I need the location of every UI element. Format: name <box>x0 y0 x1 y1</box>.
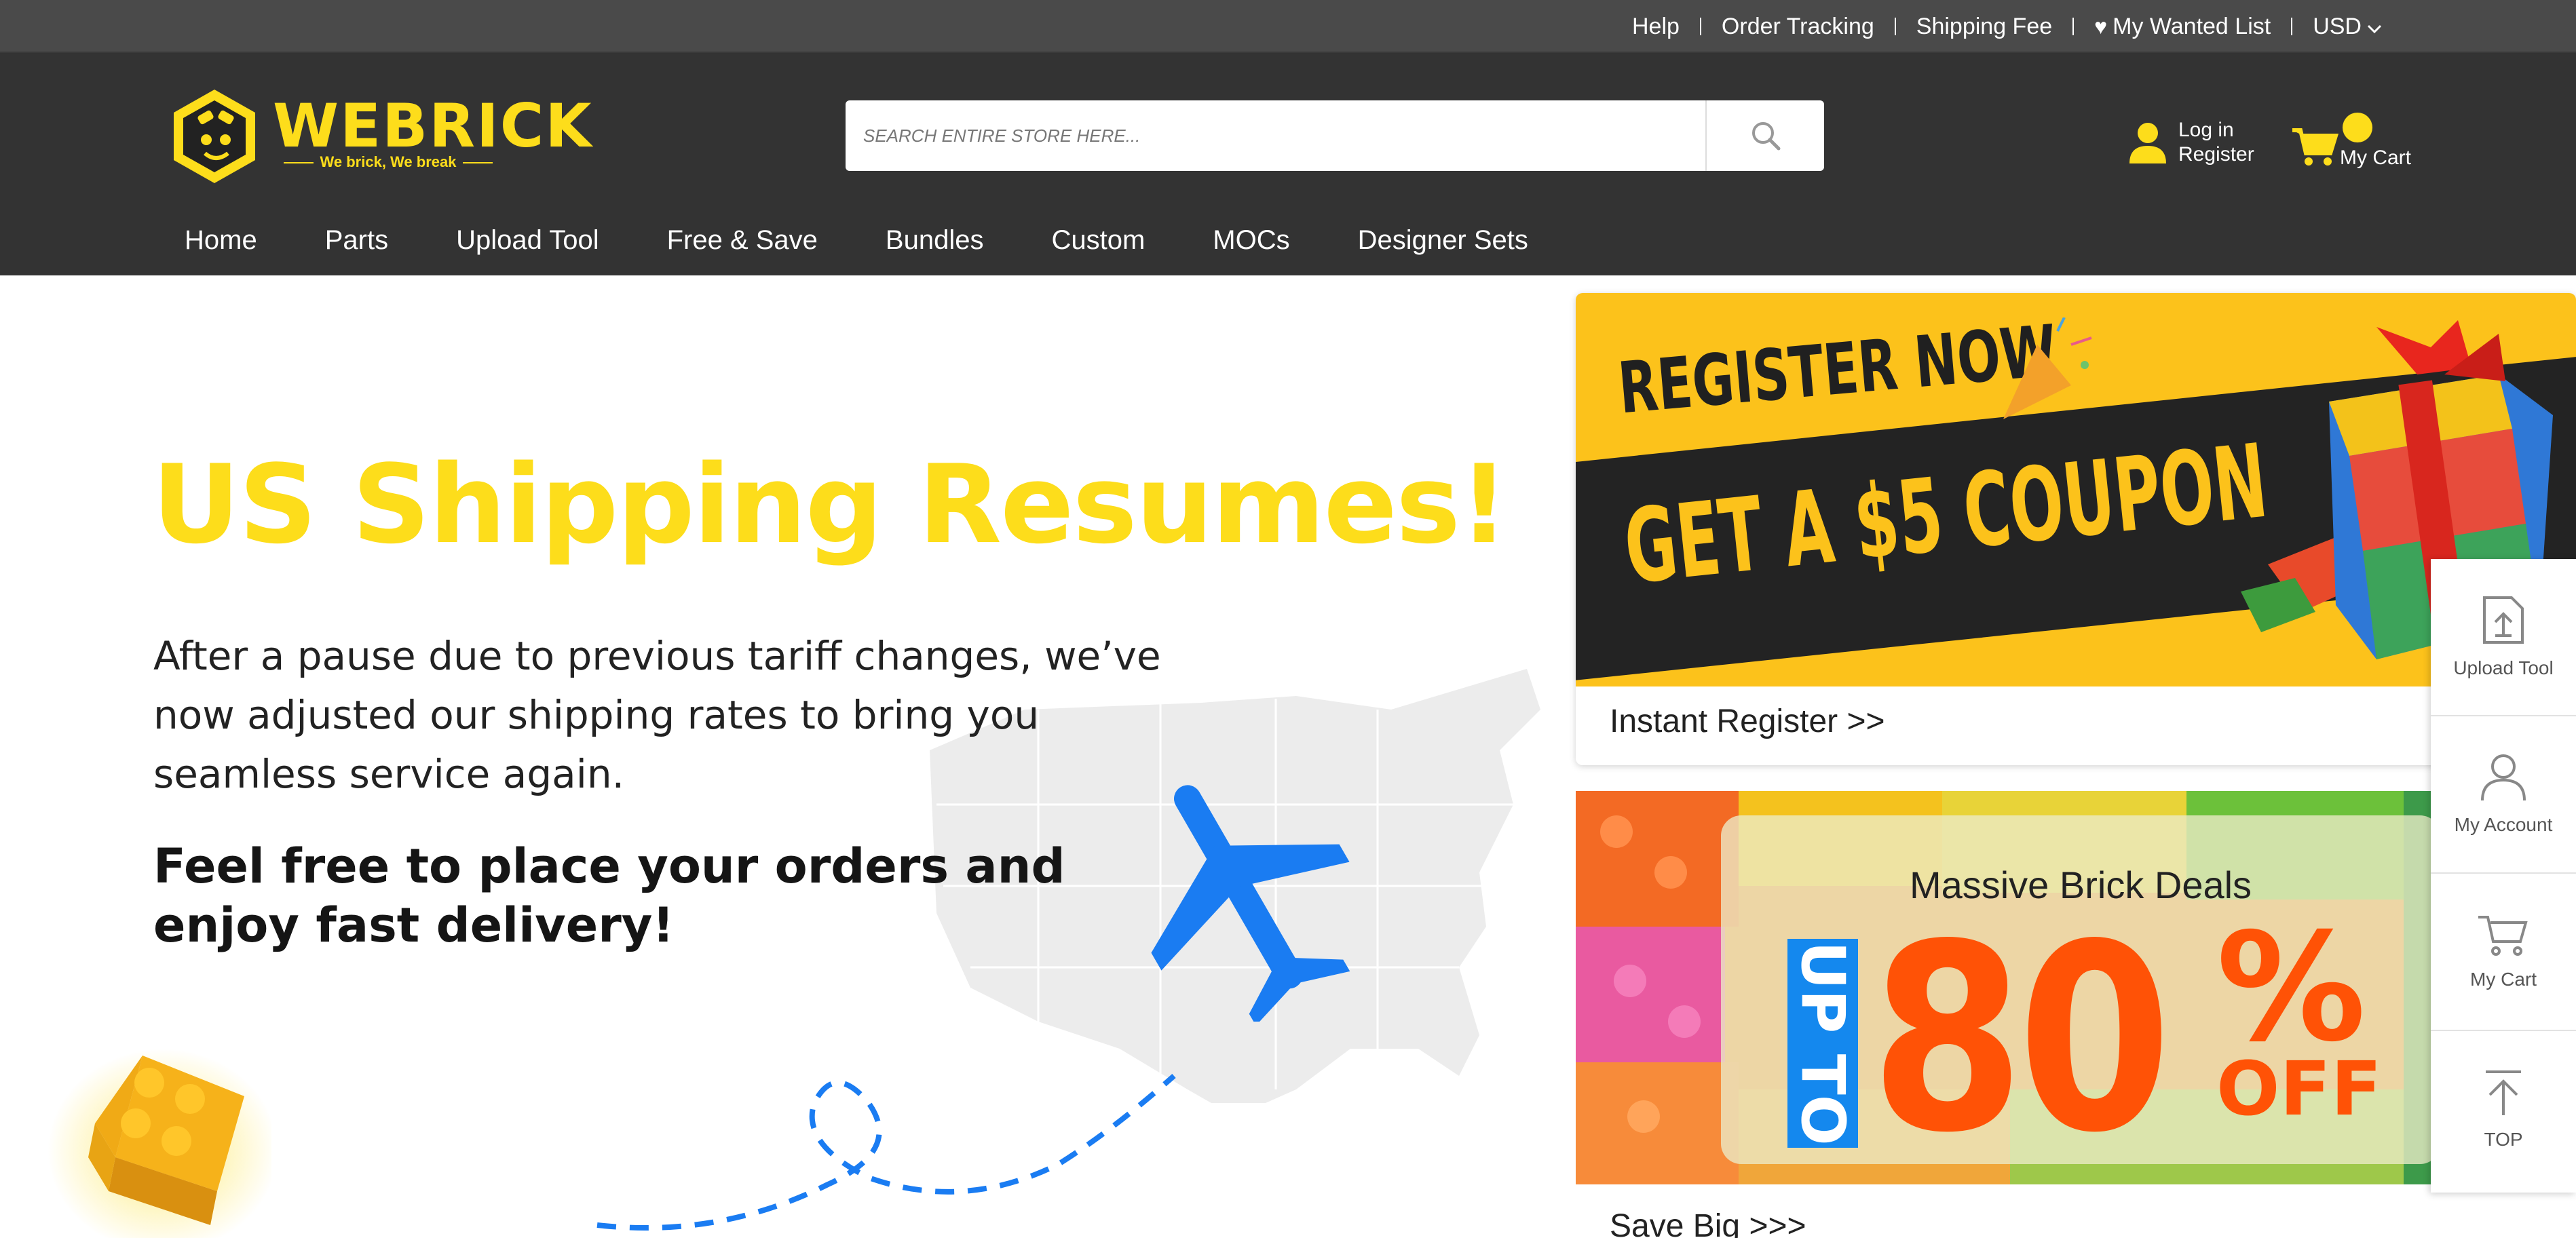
hero-callout: Feel free to place your orders and enjoy… <box>153 838 1065 953</box>
site-header: WEBRICK We brick, We break Log in Regist… <box>0 53 2576 275</box>
off-label: OFF <box>2216 1045 2382 1132</box>
currency-label: USD <box>2313 13 2362 39</box>
currency-selector[interactable]: USD <box>2292 14 2402 40</box>
instant-register-link[interactable]: Instant Register >> <box>1610 703 1885 740</box>
top-utility-bar: Help Order Tracking Shipping Fee ♥ My Wan… <box>0 0 2576 53</box>
top-links: Help Order Tracking Shipping Fee ♥ My Wan… <box>1612 0 2402 53</box>
logo-tagline: We brick, We break <box>273 153 504 171</box>
nav-item-designer-sets[interactable]: Designer Sets <box>1324 206 1562 274</box>
flight-path <box>596 1074 1176 1231</box>
nav-item-free-save[interactable]: Free & Save <box>633 206 852 274</box>
nav-item-parts[interactable]: Parts <box>291 206 422 274</box>
hero-title: US Shipping Resumes! <box>152 441 1509 568</box>
nav-item-mocs[interactable]: MOCs <box>1179 206 1323 274</box>
brick-deals-banner: Massive Brick Deals UP TO 80 % OFF <box>1576 791 2576 1184</box>
sidebar-label-my-account: My Account <box>2454 814 2553 835</box>
register-promo-card[interactable]: REGISTER NOW GET A $5 COUPON Instant Reg… <box>1576 293 2576 765</box>
order-tracking-link[interactable]: Order Tracking <box>1701 14 1895 40</box>
party-popper-icon <box>2003 317 2092 419</box>
register-now-headline: REGISTER NOW <box>1615 309 2060 430</box>
user-icon <box>2129 123 2166 163</box>
login-link[interactable]: Log in <box>2178 118 2254 142</box>
percent-sign: % <box>2216 901 2366 1075</box>
up-to-label: UP TO <box>1787 941 1858 1146</box>
main-nav: Home Parts Upload Tool Free & Save Bundl… <box>151 206 1562 274</box>
nav-item-home[interactable]: Home <box>151 206 291 274</box>
floating-sidebar: Upload Tool My Account My Cart TOP <box>2431 559 2576 1193</box>
cart-icon <box>2292 128 2338 166</box>
sidebar-item-top[interactable]: TOP <box>2431 1031 2576 1188</box>
arrow-up-icon <box>2486 1070 2521 1115</box>
heart-icon: ♥ <box>2094 14 2108 39</box>
lego-brick-icon <box>48 1049 271 1238</box>
nav-item-custom[interactable]: Custom <box>1017 206 1179 274</box>
brick-mascot-icon <box>174 90 255 183</box>
sidebar-label-upload-tool: Upload Tool <box>2453 657 2554 678</box>
wanted-list-link[interactable]: ♥ My Wanted List <box>2074 14 2291 40</box>
cart-count-badge <box>2343 113 2372 142</box>
search-icon <box>1751 122 1780 151</box>
brick-deals-promo-card[interactable]: Massive Brick Deals UP TO 80 % OFF Save … <box>1576 791 2576 1238</box>
upload-file-icon <box>2483 596 2524 644</box>
account-link[interactable]: Log in Register <box>2128 118 2254 167</box>
wanted-list-label: My Wanted List <box>2113 13 2271 39</box>
sidebar-label-my-cart: My Cart <box>2470 969 2537 990</box>
nav-item-upload-tool[interactable]: Upload Tool <box>422 206 633 274</box>
sidebar-label-top: TOP <box>2484 1129 2523 1150</box>
user-outline-icon <box>2481 754 2526 801</box>
register-link[interactable]: Register <box>2178 142 2254 167</box>
up-to-badge: UP TO <box>1787 939 1858 1148</box>
hero-description: After a pause due to previous tariff cha… <box>153 633 1161 797</box>
shipping-fee-link[interactable]: Shipping Fee <box>1896 14 2072 40</box>
cart-label: My Cart <box>2340 147 2411 169</box>
logo-wordmark: WEBRICK <box>273 91 593 161</box>
deal-glass-panel: Massive Brick Deals UP TO 80 % OFF <box>1721 815 2440 1184</box>
chevron-down-icon <box>2367 14 2382 40</box>
account-text: Log in Register <box>2178 118 2254 167</box>
hero-banner[interactable]: US Shipping Resumes! After a pause due t… <box>0 275 1561 1238</box>
help-link[interactable]: Help <box>1612 14 1700 40</box>
sidebar-item-my-cart[interactable]: My Cart <box>2431 874 2576 1031</box>
discount-number: 80 <box>1870 889 2172 1184</box>
sidebar-item-my-account[interactable]: My Account <box>2431 716 2576 874</box>
register-promo-banner: REGISTER NOW GET A $5 COUPON <box>1576 293 2576 686</box>
sidebar-item-upload-tool[interactable]: Upload Tool <box>2431 559 2576 716</box>
save-big-link[interactable]: Save Big >>> <box>1610 1207 1806 1238</box>
search-bar <box>846 100 1824 171</box>
search-input[interactable] <box>846 100 1705 171</box>
webrick-logo[interactable]: WEBRICK We brick, We break <box>167 85 592 187</box>
nav-item-bundles[interactable]: Bundles <box>852 206 1018 274</box>
search-button[interactable] <box>1705 100 1824 171</box>
cart-outline-icon <box>2478 916 2528 956</box>
